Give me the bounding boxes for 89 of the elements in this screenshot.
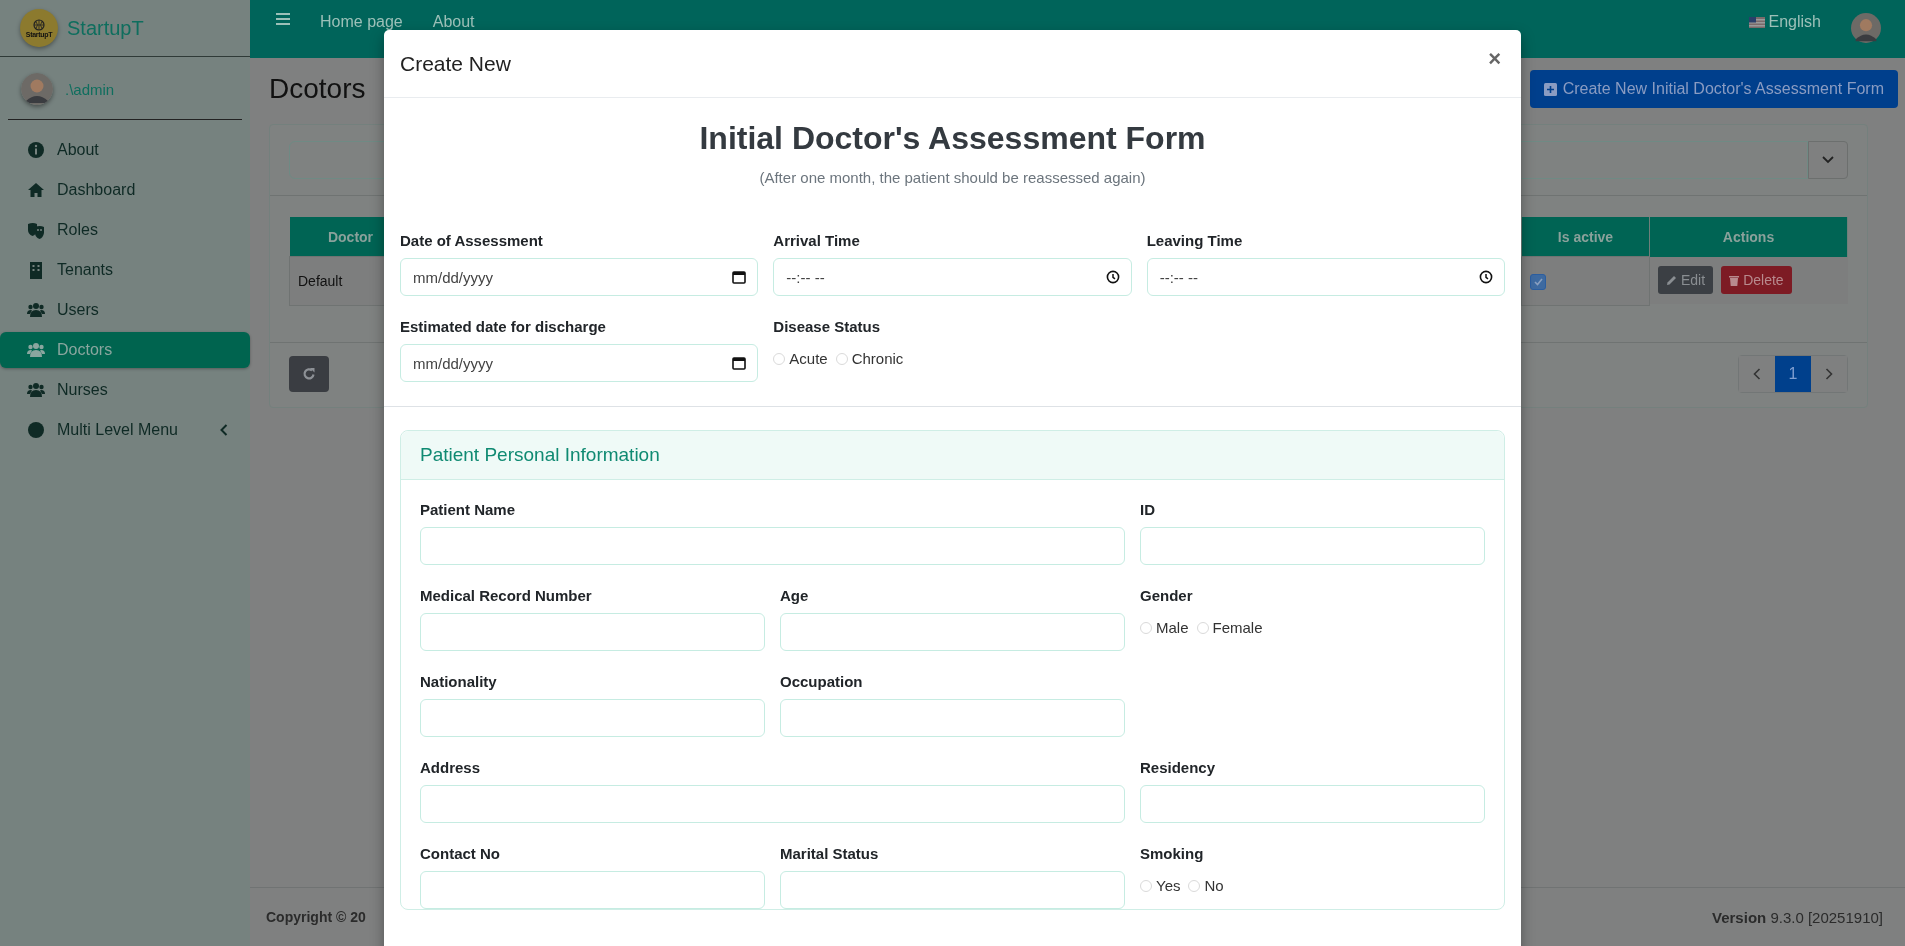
field-label: Occupation	[780, 673, 864, 690]
dropdown-button[interactable]	[1808, 141, 1848, 179]
chevron-left-icon	[220, 424, 228, 436]
copyright-text: Copyright © 20	[266, 909, 366, 925]
version-text: Version 9.3.0 [20251910]	[1712, 908, 1883, 926]
page-title: Dcotors	[269, 73, 366, 105]
clock-icon	[1479, 270, 1493, 284]
field-label: Smoking	[1140, 845, 1205, 862]
radio-option[interactable]: Yes	[1140, 877, 1181, 894]
radio-option[interactable]: Female	[1196, 619, 1263, 636]
column-header: Is active	[1521, 217, 1650, 257]
chevron-left-icon	[1753, 368, 1761, 380]
chevron-right-icon	[1825, 368, 1833, 380]
edit-button[interactable]: Edit	[1658, 266, 1714, 294]
field-label: Patient Name	[420, 501, 517, 518]
field-label: Nationality	[420, 673, 498, 690]
sidebar-item[interactable]: Tenants	[0, 252, 250, 288]
sidebar-item[interactable]: Users	[0, 292, 250, 328]
sidebar-item[interactable]: Dashboard	[0, 172, 250, 208]
circle-icon	[27, 421, 45, 439]
avatar-icon	[21, 73, 53, 105]
trash-icon	[1729, 274, 1740, 286]
field-label: Marital Status	[780, 845, 880, 862]
form-subtitle: (After one month, the patient should be reassessed again)	[758, 169, 1147, 186]
home-icon	[27, 181, 45, 199]
section-title: Patient Personal Information	[420, 444, 660, 466]
people-icon	[27, 381, 45, 399]
field-label: Age	[780, 587, 810, 604]
sidebar-item[interactable]: Multi Level Menu	[0, 412, 250, 448]
field-label: Estimated date for discharge	[400, 318, 607, 335]
checkbox[interactable]	[1530, 273, 1546, 290]
text-field[interactable]	[420, 871, 765, 909]
text-field[interactable]	[420, 699, 765, 737]
time-field[interactable]: --:-- --	[1146, 258, 1505, 296]
sidebar-item[interactable]: Doctors	[0, 332, 250, 368]
radio-option[interactable]: No	[1188, 877, 1224, 894]
masks-icon	[27, 221, 45, 239]
info-icon	[27, 141, 45, 159]
text-field[interactable]	[1140, 785, 1485, 823]
calendar-icon	[732, 356, 747, 370]
date-field[interactable]: mm/dd/yyyy	[400, 258, 759, 296]
language-selector[interactable]: English	[1748, 13, 1821, 31]
menu-icon[interactable]	[276, 13, 290, 25]
modal-title: Create New	[400, 51, 511, 76]
page-button[interactable]: 1	[1775, 356, 1811, 392]
text-field[interactable]	[780, 871, 1125, 909]
flag-icon	[1748, 16, 1765, 28]
chevron-down-icon	[1822, 156, 1834, 164]
avatar-icon[interactable]	[1851, 13, 1881, 43]
nav-link[interactable]: Home page	[320, 13, 403, 31]
people-icon	[27, 341, 45, 359]
nav-link[interactable]: About	[432, 13, 475, 31]
field-label: Address	[420, 759, 482, 776]
sidebar-item[interactable]: Roles	[0, 212, 250, 248]
refresh-icon	[302, 367, 316, 381]
text-field[interactable]	[420, 613, 765, 651]
text-field[interactable]	[780, 699, 1125, 737]
field-label: Contact No	[420, 845, 501, 862]
create-button[interactable]: Create New Initial Doctor's Assessment Form	[1529, 70, 1898, 108]
field-label: ID	[1140, 501, 1156, 518]
field-label: Arrival Time	[773, 232, 861, 249]
text-field[interactable]	[780, 613, 1125, 651]
building-icon	[27, 261, 45, 279]
sidebar-item[interactable]: Nurses	[0, 372, 250, 408]
radio-option[interactable]: Acute	[773, 350, 828, 367]
radio-option[interactable]: Male	[1140, 619, 1189, 636]
column-header: Actions	[1649, 217, 1848, 257]
date-field[interactable]: mm/dd/yyyy	[400, 344, 759, 382]
pencil-icon	[1666, 274, 1677, 286]
plus-icon	[1543, 82, 1557, 96]
calendar-icon	[732, 270, 747, 284]
field-label: Residency	[1140, 759, 1217, 776]
sidebar-item[interactable]: About	[0, 132, 250, 168]
clock-icon	[1105, 270, 1120, 284]
radio-option[interactable]: Chronic	[835, 350, 904, 367]
text-field[interactable]	[420, 785, 1125, 823]
field-label: Gender	[1140, 587, 1194, 604]
field-label: Medical Record Number	[420, 587, 593, 604]
field-label: Disease Status	[773, 318, 882, 335]
form-heading: Initial Doctor's Assessment Form	[698, 120, 1207, 157]
check-icon	[1533, 277, 1543, 286]
close-button[interactable]: ×	[1484, 45, 1505, 72]
text-field[interactable]	[420, 527, 1125, 565]
delete-button[interactable]: Delete	[1721, 266, 1792, 294]
people-icon	[27, 301, 45, 319]
time-field[interactable]: --:-- --	[773, 258, 1132, 296]
refresh-button[interactable]	[289, 356, 329, 392]
field-label: Leaving Time	[1146, 232, 1244, 249]
text-field[interactable]	[1140, 527, 1485, 565]
